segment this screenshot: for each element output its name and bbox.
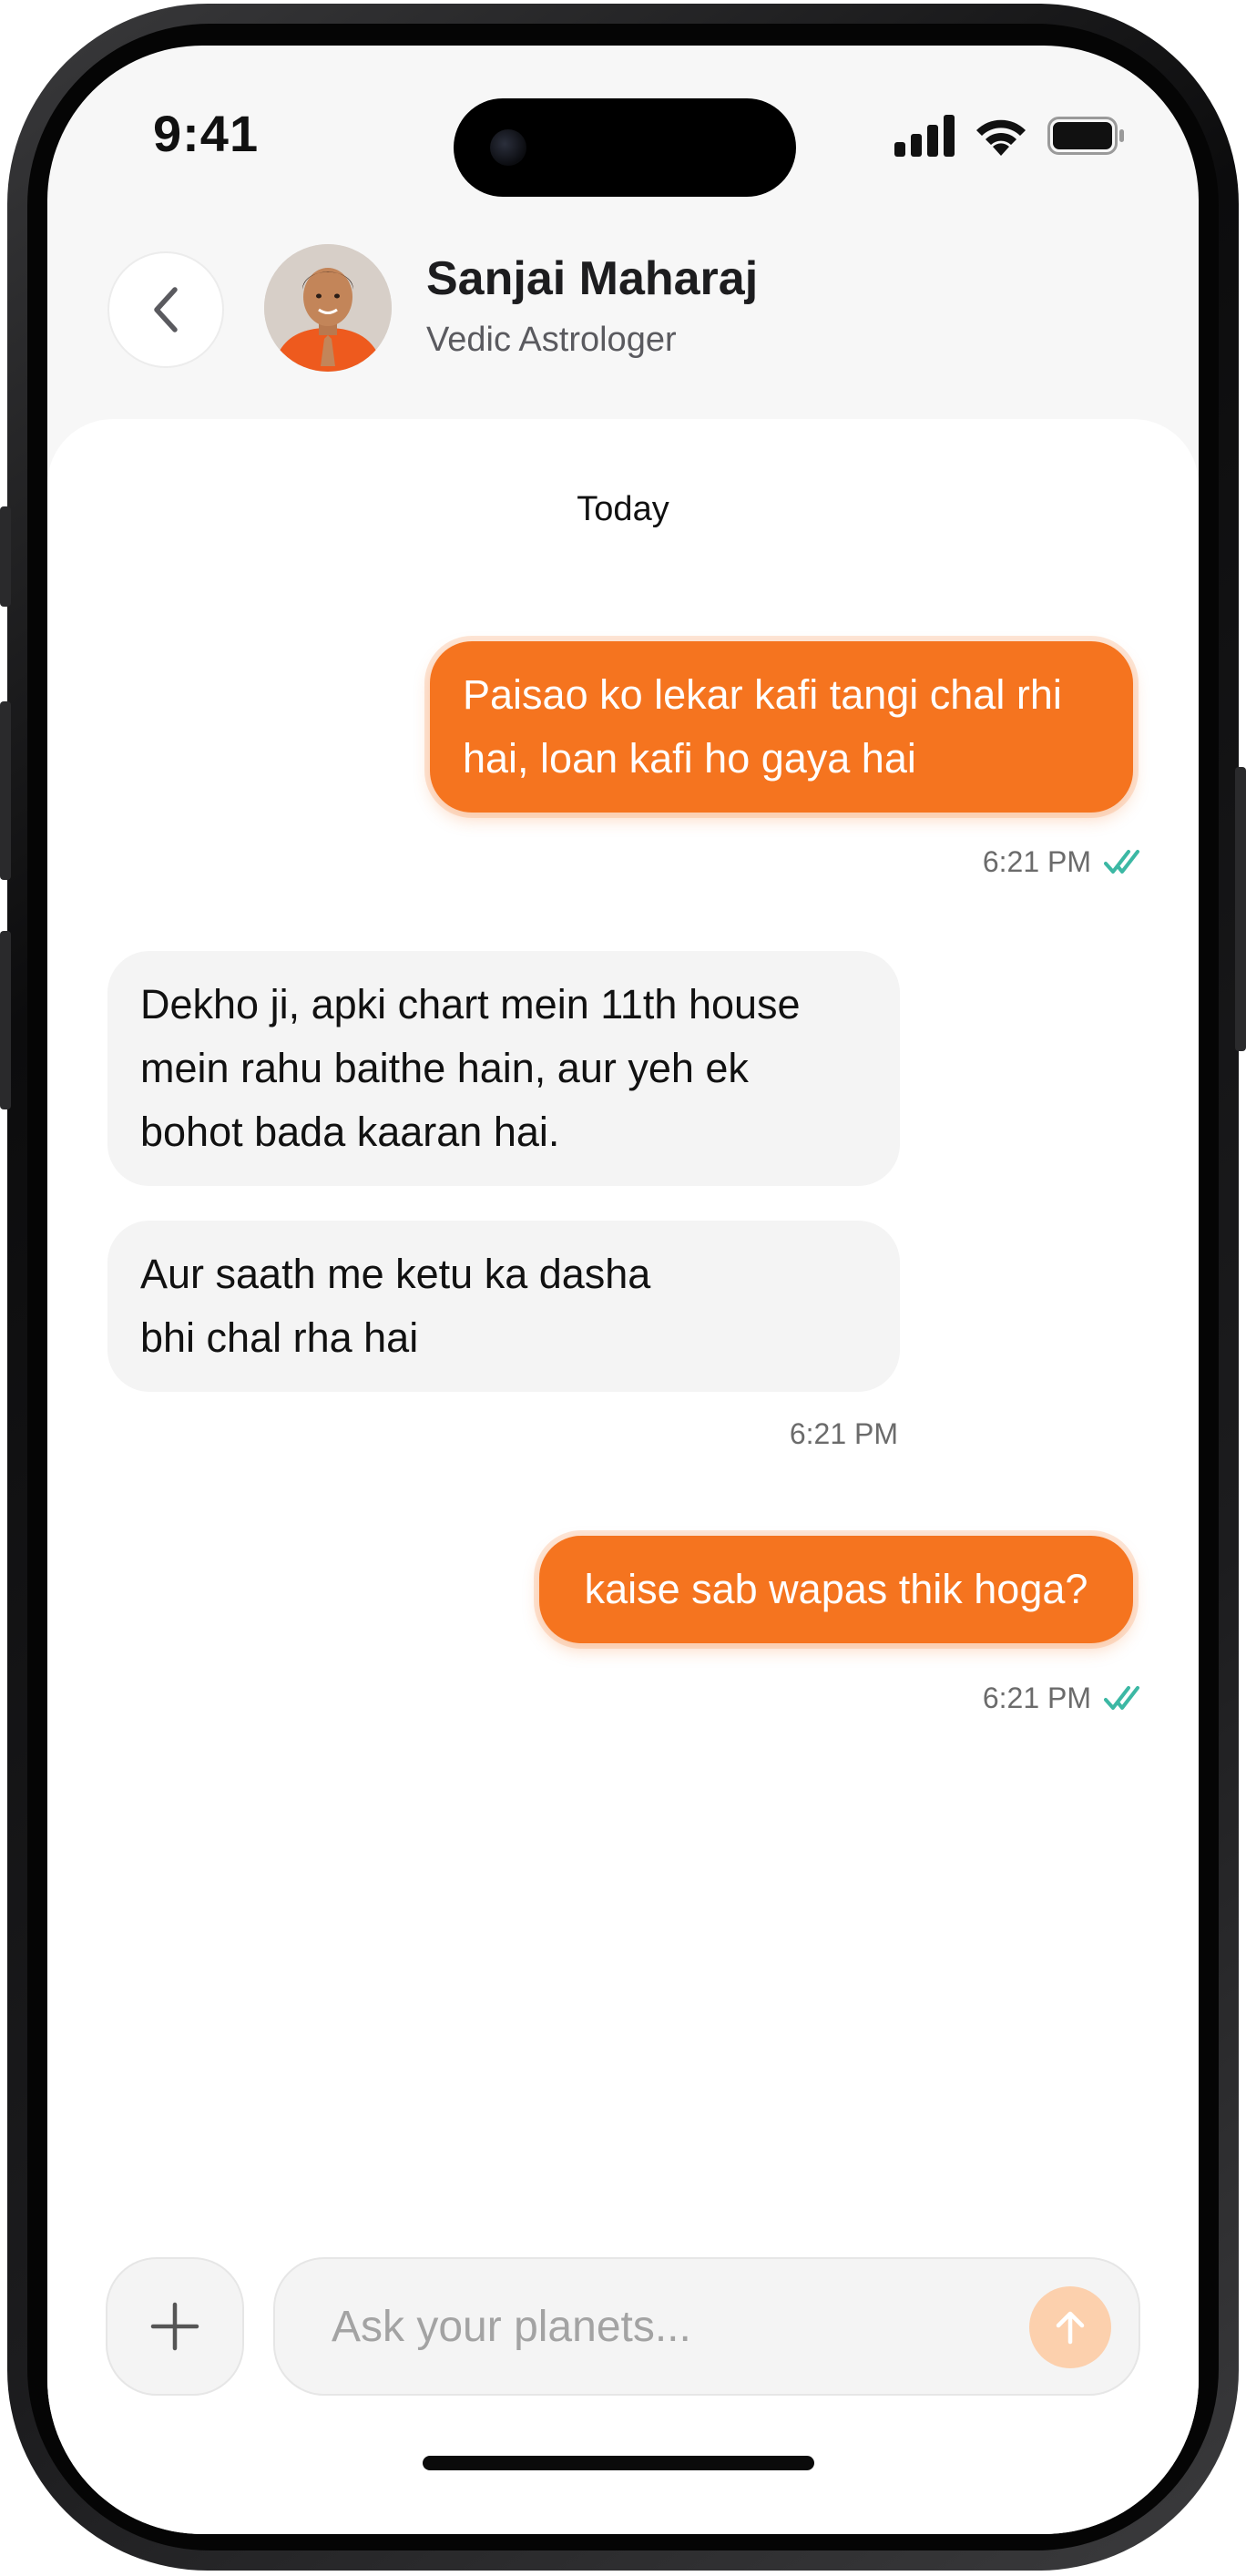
status-icons <box>894 115 1126 157</box>
outgoing-message[interactable]: Paisao ko lekar kafi tangi chal rhi hai,… <box>430 641 1133 813</box>
action-button <box>0 506 11 607</box>
phone-screen: 9:41 Sanjai Maharaj Vedic Astrologer Tod… <box>47 46 1199 2534</box>
message-line: Paisao ko lekar kafi tangi chal rhi <box>463 671 1062 718</box>
volume-down-button <box>0 931 11 1109</box>
add-attachment-button[interactable] <box>106 2257 244 2396</box>
double-check-icon <box>1104 849 1139 874</box>
outgoing-message[interactable]: kaise sab wapas thik hoga? <box>539 1536 1133 1643</box>
message-line: mein rahu baithe hain, aur yeh ek <box>140 1045 749 1091</box>
message-input-field[interactable] <box>273 2257 1140 2396</box>
message-line: kaise sab wapas thik hoga? <box>584 1566 1088 1612</box>
message-time: 6:21 PM <box>789 1417 898 1450</box>
chevron-left-icon <box>154 287 178 332</box>
battery-icon <box>1047 117 1124 155</box>
message-line: bhi chal rha hai <box>140 1314 419 1361</box>
message-meta: 6:21 PM <box>790 1417 898 1451</box>
incoming-message[interactable]: Aur saath me ketu ka dasha bhi chal rha … <box>107 1221 900 1392</box>
message-time: 6:21 PM <box>982 845 1091 878</box>
power-button <box>1235 767 1246 1051</box>
contact-name: Sanjai Maharaj <box>426 252 759 305</box>
wifi-icon <box>976 119 1026 156</box>
chat-panel: Today Paisao ko lekar kafi tangi chal rh… <box>47 419 1199 2534</box>
avatar[interactable] <box>264 244 392 372</box>
plus-icon <box>150 2302 199 2351</box>
incoming-message[interactable]: Dekho ji, apki chart mein 11th house mei… <box>107 951 900 1186</box>
message-time: 6:21 PM <box>982 1682 1091 1714</box>
message-input[interactable] <box>330 2259 967 2394</box>
contact-role: Vedic Astrologer <box>426 321 677 359</box>
send-button[interactable] <box>1029 2286 1111 2368</box>
message-meta: 6:21 PM <box>983 845 1140 879</box>
message-line: hai, loan kafi ho gaya hai <box>463 735 916 782</box>
status-time: 9:41 <box>153 105 260 162</box>
message-line: Aur saath me ketu ka dasha <box>140 1251 651 1297</box>
message-line: Dekho ji, apki chart mein 11th house <box>140 981 801 1027</box>
astrologer-photo <box>264 244 392 372</box>
volume-up-button <box>0 701 11 880</box>
arrow-up-icon <box>1056 2311 1085 2345</box>
date-divider: Today <box>577 490 669 528</box>
back-button[interactable] <box>107 251 224 368</box>
dynamic-island <box>454 98 796 197</box>
front-camera <box>490 129 526 166</box>
home-indicator[interactable] <box>423 2456 814 2470</box>
message-meta: 6:21 PM <box>983 1682 1140 1715</box>
double-check-icon <box>1104 1685 1139 1710</box>
message-line: bohot bada kaaran hai. <box>140 1109 560 1155</box>
cellular-signal-icon <box>894 115 955 157</box>
